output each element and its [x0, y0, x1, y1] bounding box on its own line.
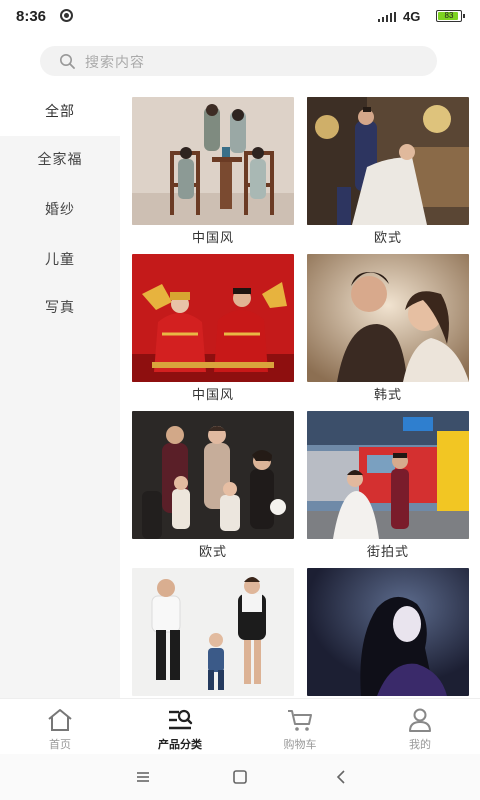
screen-record-icon: [60, 9, 73, 22]
status-bar: 8:36 4G 83: [0, 0, 480, 34]
product-card[interactable]: 中国风: [132, 254, 294, 410]
menu-icon[interactable]: [134, 768, 152, 786]
sidebar-item-label: 全家福: [37, 152, 83, 168]
product-card[interactable]: [307, 568, 469, 698]
product-caption: 欧式: [373, 231, 402, 246]
search-bar-area: 搜索内容: [0, 34, 480, 88]
sidebar-item-portrait[interactable]: 写真: [0, 284, 120, 332]
portrait-dark-photo: [307, 568, 469, 696]
sidebar-item-children[interactable]: 儿童: [0, 236, 120, 284]
product-caption: 欧式: [198, 545, 227, 560]
sidebar-item-label: 写真: [45, 300, 75, 316]
product-card[interactable]: 欧式: [132, 411, 294, 567]
product-caption: 街拍式: [366, 545, 409, 560]
sidebar-item-label: 儿童: [45, 252, 75, 268]
tab-label: 我的: [409, 738, 431, 751]
status-time: 8:36: [16, 8, 47, 25]
tab-label: 首页: [49, 738, 71, 751]
tab-label: 购物车: [283, 738, 317, 751]
home-square-icon[interactable]: [231, 768, 249, 786]
couple-korean-style-photo: [307, 254, 469, 382]
signal-icon: [378, 12, 400, 22]
sidebar-item-wedding[interactable]: 婚纱: [0, 186, 120, 234]
wedding-european-style-photo: [307, 97, 469, 225]
red-chinese-wedding-photo: [132, 254, 294, 382]
cart-icon: [288, 710, 312, 731]
tab-cart[interactable]: 购物车: [240, 699, 360, 755]
product-card[interactable]: 中国风: [132, 97, 294, 253]
system-navigation-bar: [0, 754, 480, 800]
home-icon: [48, 709, 72, 731]
product-card[interactable]: 欧式: [307, 97, 469, 253]
sidebar-item-all[interactable]: 全部: [0, 88, 120, 136]
product-card[interactable]: 街拍式: [307, 411, 469, 567]
category-search-icon: [169, 709, 193, 730]
user-icon: [409, 708, 431, 732]
network-type: 4G: [403, 9, 421, 24]
battery-icon: 83: [436, 10, 465, 22]
back-icon[interactable]: [332, 768, 350, 786]
sidebar-item-family[interactable]: 全家福: [0, 136, 120, 184]
tab-category[interactable]: 产品分类: [120, 699, 240, 755]
category-sidebar: 全部 全家福 婚纱 儿童 写真: [0, 88, 120, 698]
product-card[interactable]: 韩式: [307, 254, 469, 410]
bottom-tab-bar: 首页 产品分类 购物车 我的: [0, 698, 480, 755]
sidebar-item-label: 全部: [45, 104, 75, 120]
product-card[interactable]: [132, 568, 294, 698]
street-wedding-photo: [307, 411, 469, 539]
sidebar-item-label: 婚纱: [45, 202, 75, 218]
search-input[interactable]: 搜索内容: [40, 46, 437, 76]
tab-profile[interactable]: 我的: [360, 699, 480, 755]
tab-label: 产品分类: [158, 738, 202, 751]
product-caption: 韩式: [373, 388, 402, 403]
product-caption: 中国风: [191, 388, 234, 403]
family-european-style-photo: [132, 411, 294, 539]
product-grid: 中国风 欧式 中国风 韩式 欧式 街拍式: [120, 88, 480, 698]
family-chinese-style-photo: [132, 97, 294, 225]
search-icon: [60, 54, 75, 69]
family-casual-photo: [132, 568, 294, 696]
product-caption: 中国风: [191, 231, 234, 246]
tab-home[interactable]: 首页: [0, 699, 120, 755]
battery-level: 83: [444, 11, 454, 20]
search-placeholder: 搜索内容: [85, 55, 145, 71]
